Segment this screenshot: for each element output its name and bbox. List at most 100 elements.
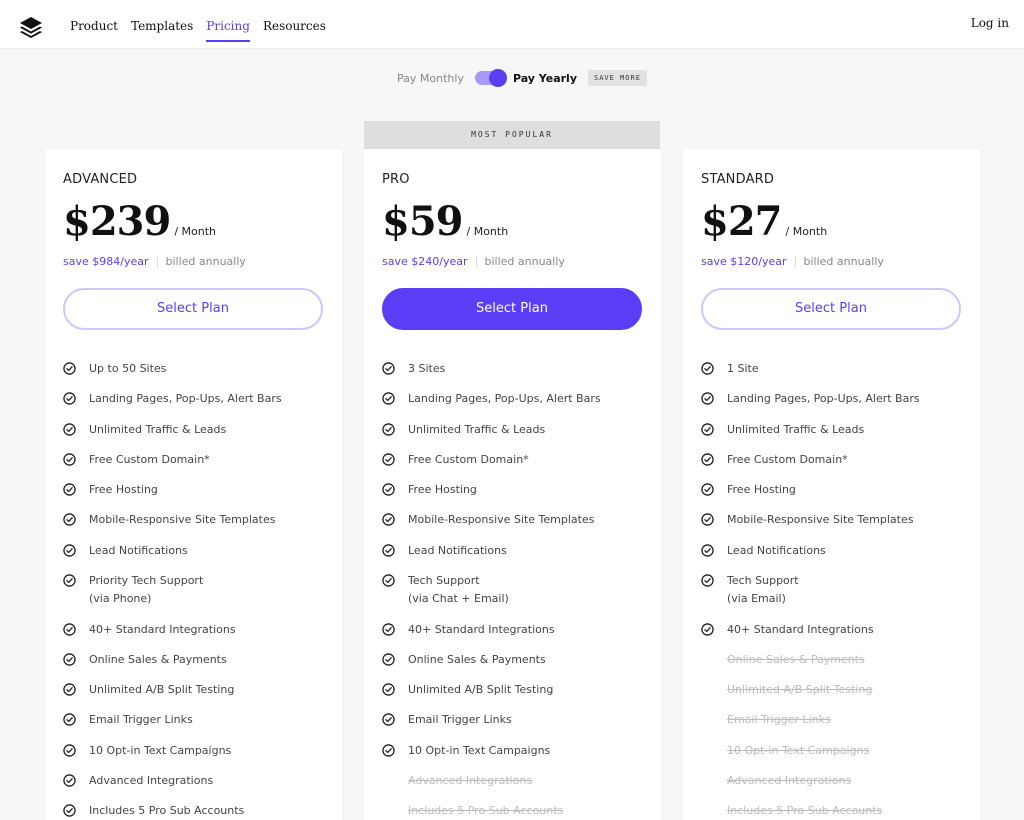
feature-text: Unlimited Traffic & Leads (408, 422, 546, 436)
feature-item: Unlimited Traffic & Leads (63, 422, 333, 452)
check-circle-icon (701, 544, 714, 557)
feature-text: Includes 5 Pro Sub Accounts (408, 804, 564, 818)
feature-item: 3 Sites (382, 361, 652, 391)
feature-text: 10 Opt-in Text Campaigns (727, 743, 870, 757)
feature-label: Free Custom Domain* (727, 452, 848, 467)
feature-item: Email Trigger Links (701, 712, 971, 742)
feature-item: Lead Notifications (63, 543, 333, 573)
feature-item: Includes 5 Pro Sub Accounts (63, 803, 333, 820)
feature-text: 40+ Standard Integrations (727, 622, 874, 636)
top-navbar: Product Templates Pricing Resources Log … (0, 0, 1024, 49)
check-circle-icon (382, 574, 395, 587)
price-row: $59/ Month (382, 198, 508, 245)
feature-label: Includes 5 Pro Sub Accounts (727, 803, 882, 818)
feature-subtext: (via Chat + Email) (408, 592, 509, 606)
feature-label: 10 Opt-in Text Campaigns (408, 743, 550, 758)
feature-item: 10 Opt-in Text Campaigns (63, 743, 333, 773)
feature-item: Free Custom Domain* (63, 452, 333, 482)
feature-label: Unlimited Traffic & Leads (727, 422, 864, 437)
feature-item: Free Hosting (701, 482, 971, 512)
plan-price: $239 (63, 198, 171, 245)
billed-annually-note: billed annually (484, 255, 565, 268)
feature-label: Mobile-Responsive Site Templates (408, 512, 594, 527)
billed-annually-note: billed annually (165, 255, 246, 268)
feature-text: Free Custom Domain* (89, 452, 210, 466)
select-plan-button[interactable]: Select Plan (382, 288, 642, 330)
check-circle-icon (382, 713, 395, 727)
feature-text: Mobile-Responsive Site Templates (727, 513, 914, 527)
feature-label: Tech Support (via Chat + Email) (408, 573, 509, 606)
nav-item-product[interactable]: Product (70, 19, 118, 42)
feature-item: Includes 5 Pro Sub Accounts (701, 803, 971, 820)
savings-row: save $984/year billed annually (63, 255, 246, 268)
check-circle-icon (63, 653, 76, 666)
check-circle-icon (701, 574, 714, 587)
feature-text: Landing Pages, Pop-Ups, Alert Bars (89, 392, 282, 406)
feature-label: Includes 5 Pro Sub Accounts (408, 803, 563, 818)
pay-yearly-label[interactable]: Pay Yearly (513, 72, 577, 85)
check-circle-icon (701, 392, 714, 406)
feature-text: Unlimited Traffic & Leads (89, 422, 227, 436)
feature-item: Lead Notifications (701, 543, 971, 573)
feature-text: Includes 5 Pro Sub Accounts (89, 804, 245, 818)
feature-item: Email Trigger Links (382, 712, 652, 742)
check-circle-icon (382, 622, 395, 636)
plan-name: STANDARD (701, 172, 775, 187)
feature-text: Tech Support (727, 574, 799, 588)
feature-item: Includes 5 Pro Sub Accounts (382, 803, 652, 820)
check-circle-icon (63, 574, 76, 587)
feature-text: Unlimited A/B Split Testing (727, 683, 873, 697)
feature-item: Online Sales & Payments (701, 652, 971, 682)
feature-text: Online Sales & Payments (727, 652, 865, 666)
feature-label: 40+ Standard Integrations (408, 622, 555, 637)
feature-label: 3 Sites (408, 361, 445, 376)
feature-item: Advanced Integrations (63, 773, 333, 803)
feature-text: Tech Support (408, 574, 480, 588)
feature-label: Online Sales & Payments (727, 652, 865, 667)
savings-row: save $240/year billed annually (382, 255, 565, 268)
nav-item-pricing[interactable]: Pricing (206, 19, 250, 42)
feature-item: Mobile-Responsive Site Templates (63, 512, 333, 542)
nav-item-resources[interactable]: Resources (263, 19, 326, 42)
price-row: $239/ Month (63, 198, 216, 245)
most-popular-banner: MOST POPULAR (364, 121, 660, 149)
feature-label: Priority Tech Support (via Phone) (89, 573, 203, 606)
check-circle-icon (63, 392, 76, 406)
feature-label: Advanced Integrations (727, 773, 851, 788)
plan-name: PRO (382, 172, 410, 187)
select-plan-button[interactable]: Select Plan (701, 288, 961, 330)
feature-text: Online Sales & Payments (408, 652, 546, 666)
feature-text: Mobile-Responsive Site Templates (89, 513, 276, 527)
nav-item-templates[interactable]: Templates (131, 19, 193, 42)
billing-toggle[interactable] (474, 69, 507, 87)
check-circle-icon (382, 362, 395, 375)
divider (794, 255, 796, 268)
pay-monthly-label[interactable]: Pay Monthly (397, 72, 464, 85)
feature-text: Advanced Integrations (408, 774, 533, 788)
feature-text: Lead Notifications (727, 543, 826, 557)
price-period: / Month (785, 225, 828, 238)
feature-text: Unlimited Traffic & Leads (727, 422, 865, 436)
feature-label: Email Trigger Links (408, 712, 512, 727)
feature-item: Free Hosting (382, 482, 652, 512)
feature-subtext: (via Phone) (89, 592, 152, 606)
save-more-badge: SAVE MORE (588, 70, 647, 86)
feature-item: 40+ Standard Integrations (382, 622, 652, 652)
check-circle-icon (63, 483, 76, 496)
feature-label: Landing Pages, Pop-Ups, Alert Bars (408, 391, 601, 406)
feature-item: Online Sales & Payments (382, 652, 652, 682)
plan-card-advanced: ADVANCED $239/ Month save $984/year billed … (45, 149, 342, 820)
feature-item: Free Custom Domain* (701, 452, 971, 482)
feature-item: 40+ Standard Integrations (63, 622, 333, 652)
select-plan-button[interactable]: Select Plan (63, 288, 323, 330)
login-link[interactable]: Log in (971, 16, 1009, 30)
feature-label: Free Hosting (408, 482, 477, 497)
feature-label: Tech Support (via Email) (727, 573, 799, 606)
feature-subtext: (via Email) (727, 592, 786, 606)
feature-item: Lead Notifications (382, 543, 652, 573)
feature-item: Free Hosting (63, 482, 333, 512)
feature-list: Up to 50 Sites Landing Pages, Pop-Ups, Al… (63, 361, 333, 820)
feature-list: 1 Site Landing Pages, Pop-Ups, Alert Bars… (701, 361, 971, 820)
feature-text: 10 Opt-in Text Campaigns (408, 743, 551, 757)
layers-logo-icon[interactable] (19, 16, 43, 38)
